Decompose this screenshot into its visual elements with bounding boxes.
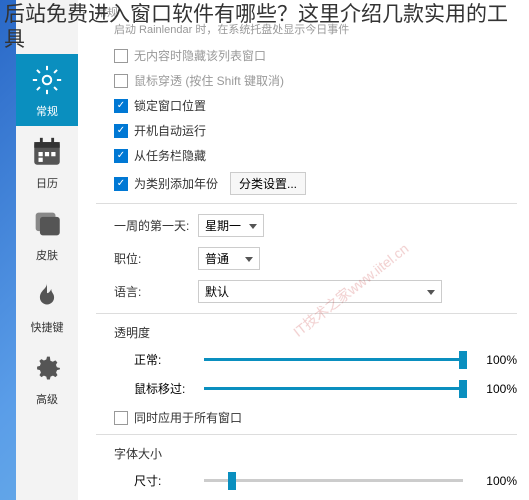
label-week-start: 一周的第一天: [114,217,198,234]
checkbox-autostart[interactable] [114,124,128,138]
sidebar-item-advanced[interactable]: 高级 [16,342,78,414]
cb-label: 同时应用于所有窗口 [134,409,242,426]
row-position: 职位: 普通 [96,247,517,270]
slider-normal[interactable] [204,358,463,361]
divider [96,313,517,314]
slider-value-normal: 100% [473,353,517,367]
select-week-start[interactable]: 星期一 [198,214,264,237]
content-panel: 常规 启动 Rainlendar 时，在系统托盘处显示今日事件 无内容时隐藏该列… [78,0,529,500]
cb-label: 无内容时隐藏该列表窗口 [134,47,266,64]
slider-label-size: 尺寸: [134,472,194,489]
cb-row-mouse-through[interactable]: 鼠标穿透 (按住 Shift 键取消) [96,72,517,89]
desktop-background [0,0,16,500]
flame-icon [28,277,66,315]
sidebar-item-skin[interactable]: 皮肤 [16,198,78,270]
section-title: 常规 [96,4,517,20]
sidebar-label-skin: 皮肤 [36,247,58,263]
cb-row-autostart[interactable]: 开机自动运行 [96,122,517,139]
label-language: 语言: [114,283,198,300]
cb-label: 从任务栏隐藏 [134,147,206,164]
calendar-icon [28,133,66,171]
cb-row-hide-taskbar[interactable]: 从任务栏隐藏 [96,147,517,164]
checkbox-mouse-through[interactable] [114,74,128,88]
slider-row-size: 尺寸: 100% [96,472,517,489]
gear-icon [28,61,66,99]
cb-label: 为类别添加年份 [134,175,218,192]
slider-label-normal: 正常: [134,351,194,368]
sidebar-label-general: 常规 [36,103,58,119]
slider-hover[interactable] [204,387,463,390]
cb-row-year-category[interactable]: 为类别添加年份 分类设置... [96,172,517,195]
select-language[interactable]: 默认 [198,280,442,303]
fontsize-title: 字体大小 [114,445,517,462]
sidebar: 常规 日历 皮肤 快捷键 高级 [16,0,78,500]
opacity-title: 透明度 [114,324,517,341]
checkbox-lock-position[interactable] [114,99,128,113]
window-icon [28,205,66,243]
sidebar-item-general[interactable]: 常规 [16,54,78,126]
sidebar-item-calendar[interactable]: 日历 [16,126,78,198]
slider-label-hover: 鼠标移过: [134,380,194,397]
cb-row-hide-no-content[interactable]: 无内容时隐藏该列表窗口 [96,47,517,64]
category-settings-button[interactable]: 分类设置... [230,172,306,195]
label-position: 职位: [114,250,198,267]
divider [96,434,517,435]
sidebar-label-advanced: 高级 [36,391,58,407]
slider-value-size: 100% [473,474,517,488]
sidebar-label-calendar: 日历 [36,175,58,191]
row-week-start: 一周的第一天: 星期一 [96,214,517,237]
cb-label: 开机自动运行 [134,122,206,139]
select-position[interactable]: 普通 [198,247,260,270]
slider-thumb[interactable] [228,472,236,490]
sidebar-label-hotkeys: 快捷键 [31,319,64,335]
slider-thumb[interactable] [459,351,467,369]
divider [96,203,517,204]
checkbox-year-category[interactable] [114,177,128,191]
checkbox-apply-all[interactable] [114,411,128,425]
hint-text: 启动 Rainlendar 时，在系统托盘处显示今日事件 [96,21,517,37]
cb-label: 鼠标穿透 (按住 Shift 键取消) [134,72,284,89]
slider-row-hover: 鼠标移过: 100% [96,380,517,397]
cb-row-apply-all[interactable]: 同时应用于所有窗口 [96,409,517,426]
slider-value-hover: 100% [473,382,517,396]
sidebar-item-hotkeys[interactable]: 快捷键 [16,270,78,342]
slider-thumb[interactable] [459,380,467,398]
cb-row-lock-position[interactable]: 锁定窗口位置 [96,97,517,114]
cb-label: 锁定窗口位置 [134,97,206,114]
checkbox-hide-taskbar[interactable] [114,149,128,163]
cog-icon [28,349,66,387]
slider-row-normal: 正常: 100% [96,351,517,368]
slider-size[interactable] [204,479,463,482]
row-language: 语言: 默认 [96,280,517,303]
settings-window: 常规 日历 皮肤 快捷键 高级 常规 启动 Ra [16,0,529,500]
checkbox-hide-no-content[interactable] [114,49,128,63]
